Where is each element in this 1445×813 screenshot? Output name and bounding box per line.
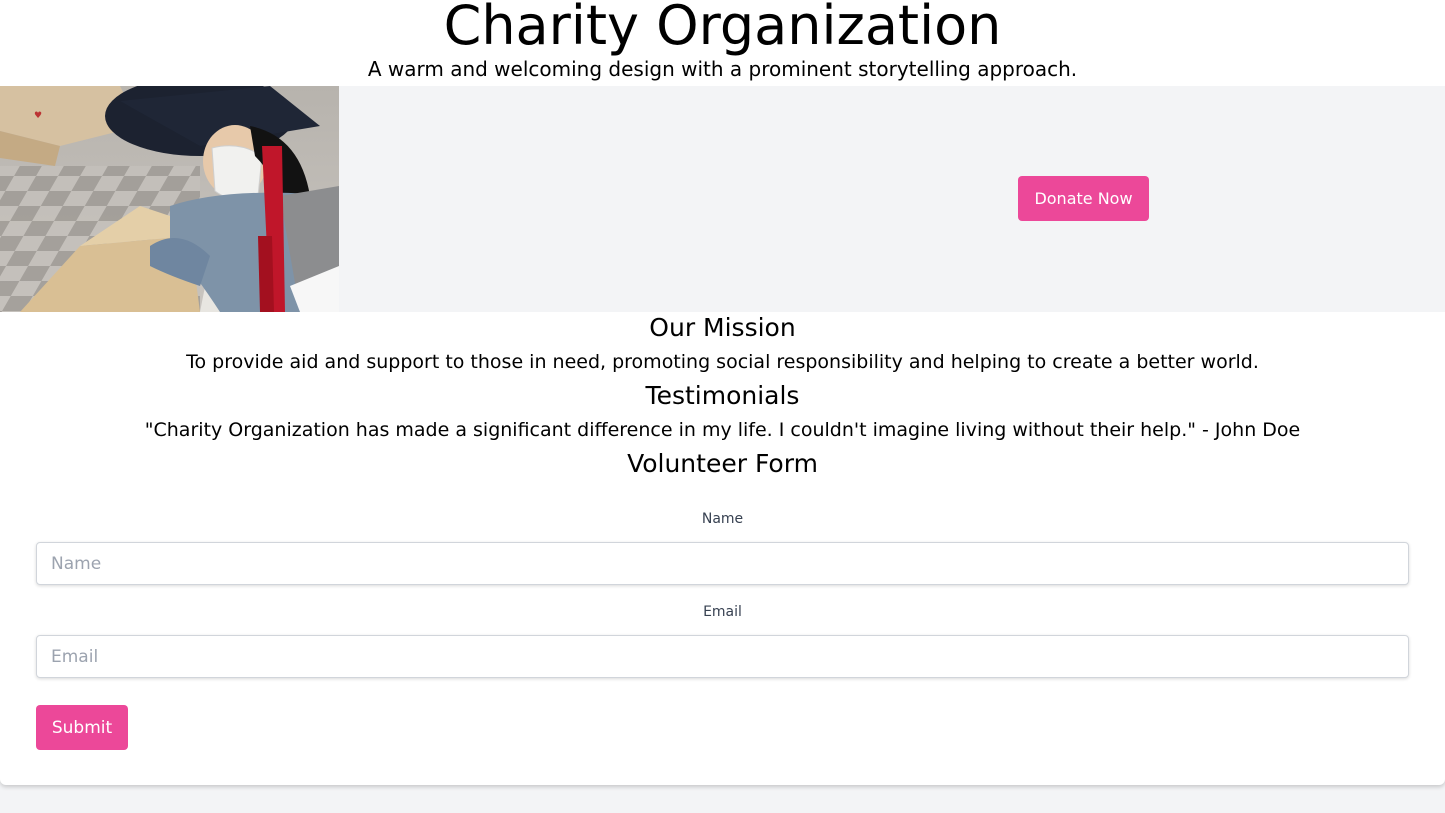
mission-text: To provide aid and support to those in n… xyxy=(186,351,1259,373)
volunteer-form-heading: Volunteer Form xyxy=(627,449,818,478)
hero-banner: ♥ Donate Now xyxy=(0,86,1445,312)
donate-now-button[interactable]: Donate Now xyxy=(1018,176,1149,221)
email-label: Email xyxy=(703,604,742,620)
testimonials-heading: Testimonials xyxy=(645,381,800,410)
site-title: Charity Organization xyxy=(443,0,1002,57)
testimonial-quote: "Charity Organization has made a signifi… xyxy=(144,419,1301,441)
name-input[interactable] xyxy=(36,542,1409,585)
svg-text:♥: ♥ xyxy=(34,111,42,121)
name-label: Name xyxy=(701,511,744,527)
page-card: Charity Organization A warm and welcomin… xyxy=(0,0,1445,785)
submit-button[interactable]: Submit xyxy=(36,705,128,750)
volunteer-photo: ♥ xyxy=(0,86,339,312)
mission-heading: Our Mission xyxy=(649,313,796,342)
site-tagline: A warm and welcoming design with a promi… xyxy=(367,57,1078,81)
email-input[interactable] xyxy=(36,635,1409,678)
